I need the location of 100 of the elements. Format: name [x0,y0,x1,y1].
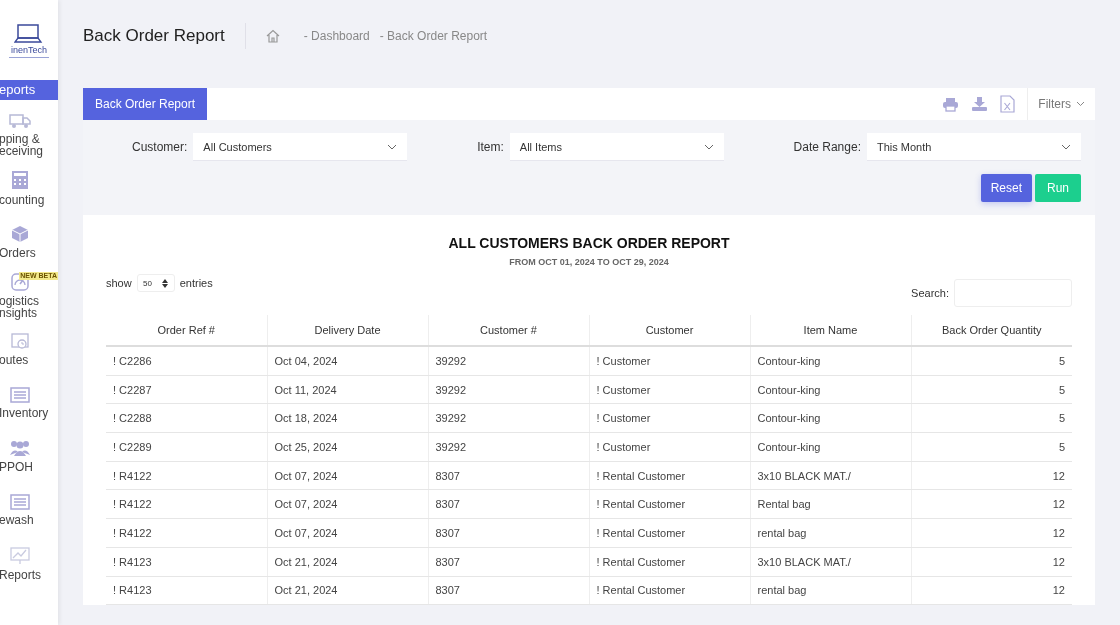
table-cell: 5 [911,346,1072,376]
table-cell: ! R4122 [106,518,267,548]
table-cell: 8307 [428,547,589,576]
print-icon[interactable] [942,96,960,112]
sidebar-item[interactable]: counting [0,161,58,216]
table-cell: ! Customer [589,432,750,462]
table-cell: Oct 04, 2024 [267,346,428,376]
table-cell: 39292 [428,403,589,433]
sidebar-item[interactable]: outes [0,322,58,376]
chart-easel-icon [9,546,30,565]
table-cell: Oct 07, 2024 [267,461,428,490]
filter-dropdown[interactable]: All Customers [193,133,408,160]
table-cell: 8307 [428,489,589,519]
entries-select[interactable]: 50 [136,274,175,292]
table-cell: Oct 21, 2024 [267,547,428,576]
table-cell: ! R4122 [106,461,267,490]
filter-label: Date Range: [793,139,861,154]
sidebar-item[interactable]: Orders [0,215,58,269]
filter-label: Item: [477,139,504,154]
table-cell: ! Customer [589,346,750,376]
excel-file-icon[interactable] [1000,95,1016,113]
table-cell: ! Rental Customer [589,547,750,576]
table-cell: ! Customer [589,403,750,433]
table-cell: ! C2286 [106,346,267,376]
table-cell: rental bag [750,518,911,548]
filter-label: Customer: [132,139,188,154]
sidebar-item[interactable]: ewash [0,483,58,537]
column-header[interactable]: Customer # [428,315,589,346]
table-cell: Contour-king [750,375,911,404]
chevron-down-icon [703,143,714,150]
page-title: Back Order Report [83,26,225,46]
table-cell: ! R4122 [106,489,267,519]
box-icon [10,225,29,243]
table-cell: 5 [911,375,1072,404]
sidebar-item[interactable]: Reports [0,536,58,591]
table-cell: ! Rental Customer [589,576,750,605]
table-cell: 12 [911,489,1072,519]
column-header[interactable]: Customer [589,315,750,346]
column-header[interactable]: Item Name [750,315,911,346]
search-label: Search: [911,287,949,299]
table-cell: Contour-king [750,432,911,462]
calculator-icon [10,170,29,191]
report-date-range: FROM OCT 01, 2024 TO OCT 29, 2024 [508,257,670,267]
table-cell: 8307 [428,518,589,548]
table-cell: Oct 25, 2024 [267,432,428,462]
table-cell: ! C2289 [106,432,267,462]
table-cell: ! C2288 [106,403,267,433]
chevron-down-icon [1076,101,1085,107]
table-cell: 39292 [428,375,589,404]
column-header[interactable]: Back Order Quantity [911,315,1072,346]
entries-label: entries [179,277,213,289]
table-cell: 12 [911,518,1072,548]
column-header[interactable]: Delivery Date [267,315,428,346]
table-cell: Rental bag [750,489,911,519]
table-cell: Oct 21, 2024 [267,576,428,605]
logo-text: inenTech [11,45,47,56]
truck-icon [8,112,31,129]
chevron-down-icon [1061,143,1071,150]
table-cell: ! R4123 [106,547,267,576]
table-cell: 39292 [428,346,589,376]
table-cell: ! Customer [589,375,750,404]
table-cell: 12 [911,461,1072,490]
table-cell: Contour-king [750,403,911,433]
home-icon[interactable] [265,29,280,43]
table-cell: 12 [911,547,1072,576]
table-cell: rental bag [750,576,911,605]
show-label: show [106,277,132,289]
table-cell: Oct 07, 2024 [267,518,428,548]
sidebar-item[interactable]: eports [0,80,58,100]
sidebar-item[interactable]: pping & eceiving [0,108,58,162]
table-cell: 39292 [428,432,589,462]
list-icon [9,386,30,403]
table-cell: ! C2287 [106,375,267,404]
table-cell: Oct 18, 2024 [267,403,428,433]
people-icon [8,439,31,458]
reset-button[interactable]: Reset [980,174,1032,202]
filter-dropdown[interactable]: This Month [867,133,1081,160]
table-cell: 8307 [428,576,589,605]
table-cell: 3x10 BLACK MAT./ [750,547,911,576]
table-cell: ! Rental Customer [589,461,750,490]
table-cell: Oct 11, 2024 [267,375,428,404]
list-icon [9,493,30,510]
table-cell: ! Rental Customer [589,518,750,548]
table-cell: 12 [911,576,1072,605]
report-tab[interactable]: Back Order Report [83,88,208,120]
filter-dropdown[interactable]: All Items [509,133,724,160]
report-title: ALL CUSTOMERS BACK ORDER REPORT [447,235,731,251]
table-cell: Contour-king [750,346,911,376]
sidebar-item[interactable]: Inventory [0,375,58,430]
table-cell: Oct 07, 2024 [267,489,428,519]
table-cell: 5 [911,432,1072,462]
column-header[interactable]: Order Ref # [106,315,267,346]
table-cell: 5 [911,403,1072,433]
calendar-clock-icon [10,332,29,351]
table-cell: 3x10 BLACK MAT./ [750,461,911,490]
table-cell: 8307 [428,461,589,490]
sort-arrows-icon [162,278,169,288]
download-icon[interactable] [971,96,989,112]
table-cell: ! Rental Customer [589,489,750,519]
sidebar-item[interactable]: PPOH [0,429,58,484]
